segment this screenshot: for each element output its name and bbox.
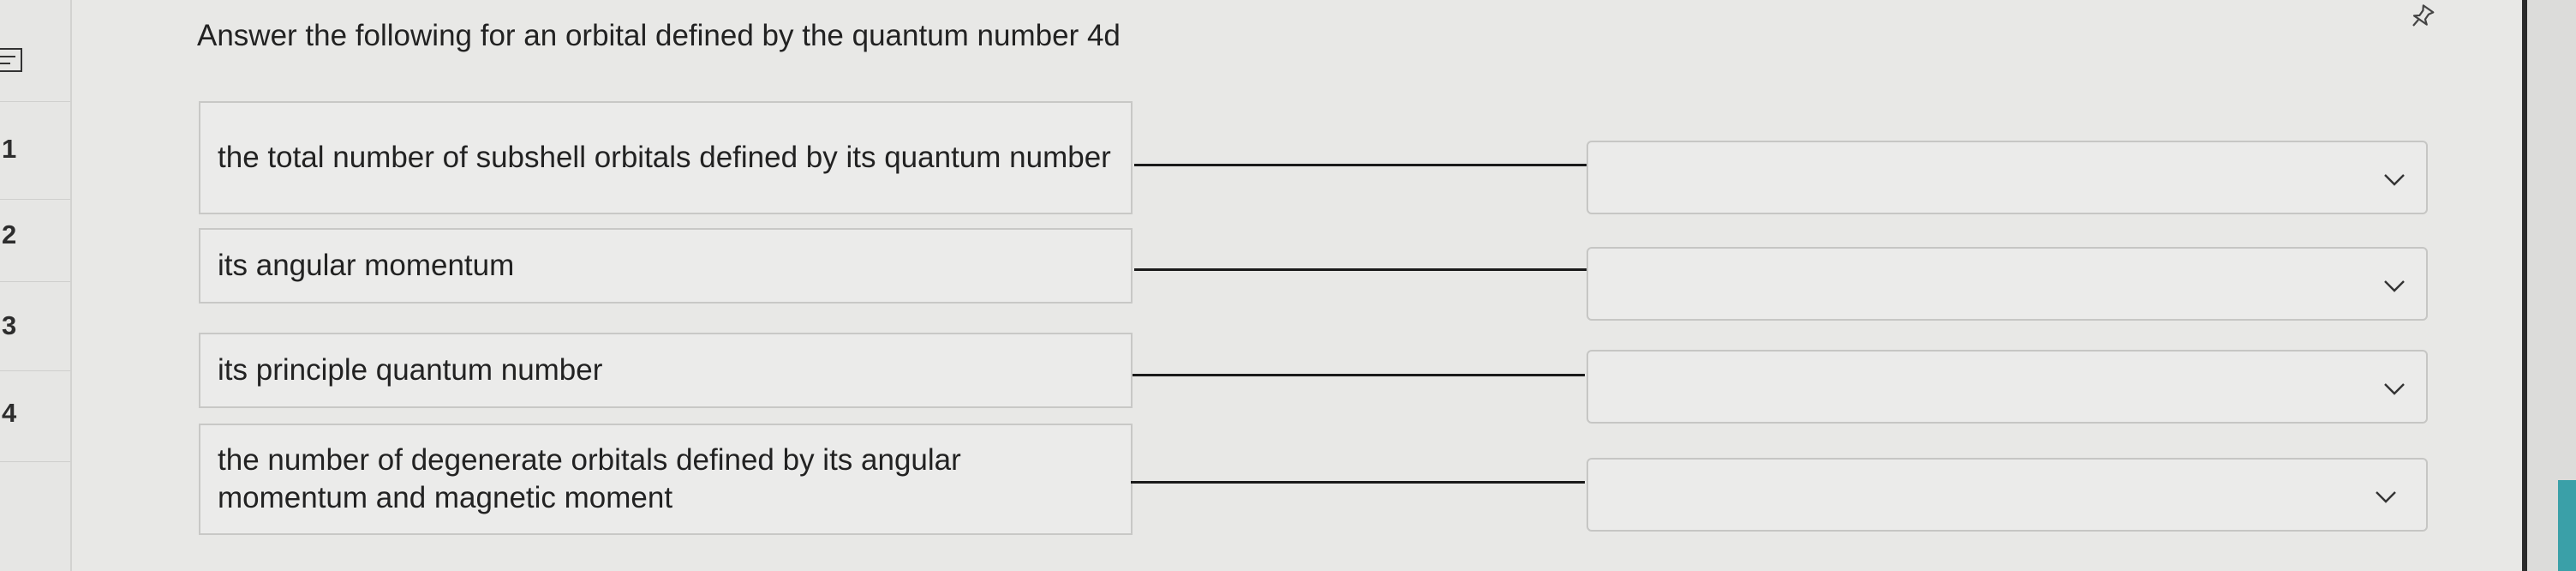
question-text: Answer the following for an orbital defi… [197,19,1121,52]
prompt-box-1: the total number of subshell orbitals de… [199,101,1133,214]
chevron-down-icon[interactable] [2383,274,2406,297]
answer-dropdown-1[interactable] [1587,141,2428,214]
rail-divider [0,101,70,102]
prompt-text: its angular momentum [218,249,515,282]
answer-dropdown-4[interactable] [1587,458,2428,532]
rail-number-2[interactable]: 2 [2,219,16,250]
match-line [1134,164,1587,166]
prompt-text: its principle quantum number [218,353,603,387]
answer-dropdown-2[interactable] [1587,247,2428,321]
prompt-text: the number of degenerate orbitals define… [218,443,961,514]
accent-strip [2558,480,2576,571]
answer-dropdown-3[interactable] [1587,350,2428,424]
rail-number-1[interactable]: 1 [2,134,16,165]
pin-icon[interactable] [2406,3,2436,29]
rail-divider [0,199,70,200]
question-navigation-rail: 1 2 3 4 [0,0,72,571]
chevron-down-icon[interactable] [2383,168,2406,190]
match-line [1131,481,1585,484]
chevron-down-icon[interactable] [2383,377,2406,400]
prompt-box-3: its principle quantum number [199,333,1133,408]
prompt-text: the total number of subshell orbitals de… [218,141,1111,174]
prompt-box-4: the number of degenerate orbitals define… [199,424,1133,535]
list-icon[interactable] [0,48,22,72]
match-line [1133,374,1585,376]
chevron-down-icon[interactable] [2375,485,2397,508]
match-line [1134,268,1587,271]
rail-divider [0,281,70,282]
rail-divider [0,461,70,462]
rail-divider [0,370,70,371]
rail-number-3[interactable]: 3 [2,310,16,341]
prompt-box-2: its angular momentum [199,228,1133,304]
rail-number-4[interactable]: 4 [2,398,16,429]
